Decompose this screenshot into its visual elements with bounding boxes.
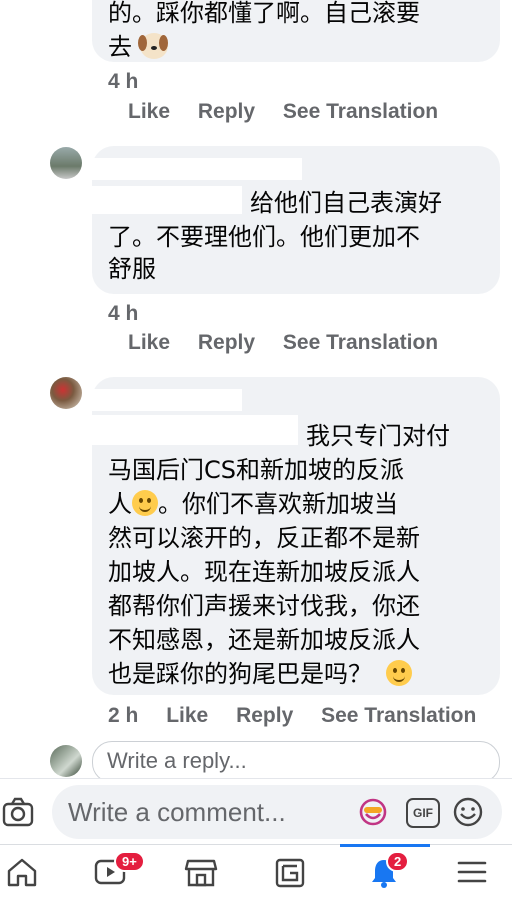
gif-button[interactable]: GIF: [406, 798, 440, 828]
see-translation-link[interactable]: See Translation: [283, 100, 438, 123]
see-translation-link[interactable]: See Translation: [321, 704, 476, 727]
home-icon[interactable]: [6, 857, 38, 887]
avatar[interactable]: [50, 147, 82, 179]
camera-icon[interactable]: [2, 797, 34, 827]
bottom-nav: 9+ 2: [0, 844, 512, 898]
like-button[interactable]: Like: [166, 704, 208, 727]
comment-text-3-line3a: 人: [108, 490, 132, 518]
comment-bubble-3: 我只专门对付 马国后门CS和新加坡的反派 人。你们不喜欢新加坡当 然可以滚开的，…: [92, 377, 500, 695]
comment-time-2: 4 h: [108, 302, 139, 325]
video-badge: 9+: [114, 851, 145, 872]
comment-input[interactable]: Write a comment... GIF: [52, 785, 502, 839]
redacted-author-name: [92, 158, 302, 180]
comment-time-1: 4 h: [108, 70, 139, 93]
like-button[interactable]: Like: [128, 331, 170, 354]
avatar[interactable]: [50, 745, 82, 777]
smile-emoji-icon: [132, 490, 158, 516]
comment-text-1-end: 去: [108, 33, 132, 61]
comment-text-3-line4: 然可以滚开的，反正都不是新: [108, 524, 420, 552]
comment-actions-1: Like Reply See Translation: [128, 100, 460, 124]
marketplace-icon[interactable]: [184, 857, 218, 887]
comment-text-3-line2: 马国后门CS和新加坡的反派: [108, 456, 404, 484]
comment-bubble-1: 的。踩你都懂了啊。自己滚要 去: [92, 0, 500, 62]
menu-icon[interactable]: [456, 857, 488, 887]
comment-actions-2: Like Reply See Translation: [128, 331, 460, 355]
comment-text-3-line8: 也是踩你的狗尾巴是吗？: [108, 660, 372, 688]
reply-button[interactable]: Reply: [198, 100, 255, 123]
news-icon[interactable]: [274, 857, 306, 889]
reply-button[interactable]: Reply: [236, 704, 293, 727]
comment-text-3-line6: 都帮你们声援来讨伐我，你还: [108, 592, 420, 620]
comment-placeholder: Write a comment...: [68, 797, 286, 827]
comment-bubble-2: 给他们自己表演好 了。不要理他们。他们更加不 舒服: [92, 146, 500, 294]
reply-button[interactable]: Reply: [198, 331, 255, 354]
comment-actions-3: 2 h Like Reply See Translation: [108, 704, 498, 728]
redacted-mention: [92, 186, 242, 214]
reply-input[interactable]: Write a reply...: [92, 741, 500, 783]
comment-composer: Write a comment... GIF: [0, 778, 512, 845]
redacted-mention: [92, 415, 298, 445]
comment-time-3: 2 h: [108, 704, 139, 727]
dog-emoji-icon: [137, 33, 168, 59]
comment-text-2-line1: 给他们自己表演好: [250, 189, 442, 217]
reply-placeholder: Write a reply...: [107, 748, 247, 773]
comment-text-3-line1: 我只专门对付: [306, 422, 450, 450]
like-button[interactable]: Like: [128, 100, 170, 123]
smile-emoji-icon: [385, 660, 412, 686]
redacted-author-name: [92, 389, 242, 411]
comment-text-3-line7: 不知感恩，还是新加坡反派人: [108, 626, 420, 654]
comment-text-2-line3: 舒服: [108, 255, 156, 283]
comment-text-3-line3b: 。你们不喜欢新加坡当: [158, 490, 398, 518]
comment-text-1: 的。踩你都懂了啊。自己滚要: [108, 0, 420, 27]
comment-text-3-line5: 加坡人。现在连新加坡反派人: [108, 558, 420, 586]
comment-meta-2: 4 h: [108, 302, 138, 326]
comment-text-2-line2: 了。不要理他们。他们更加不: [108, 223, 420, 251]
see-translation-link[interactable]: See Translation: [283, 331, 438, 354]
avatar[interactable]: [50, 377, 82, 409]
avatar-sticker-icon[interactable]: [358, 797, 388, 827]
gif-label: GIF: [413, 806, 433, 820]
comment-meta-1: 4 h: [108, 70, 138, 94]
active-tab-indicator: [340, 844, 430, 847]
notifications-badge: 2: [386, 851, 410, 872]
emoji-icon[interactable]: [452, 796, 484, 828]
